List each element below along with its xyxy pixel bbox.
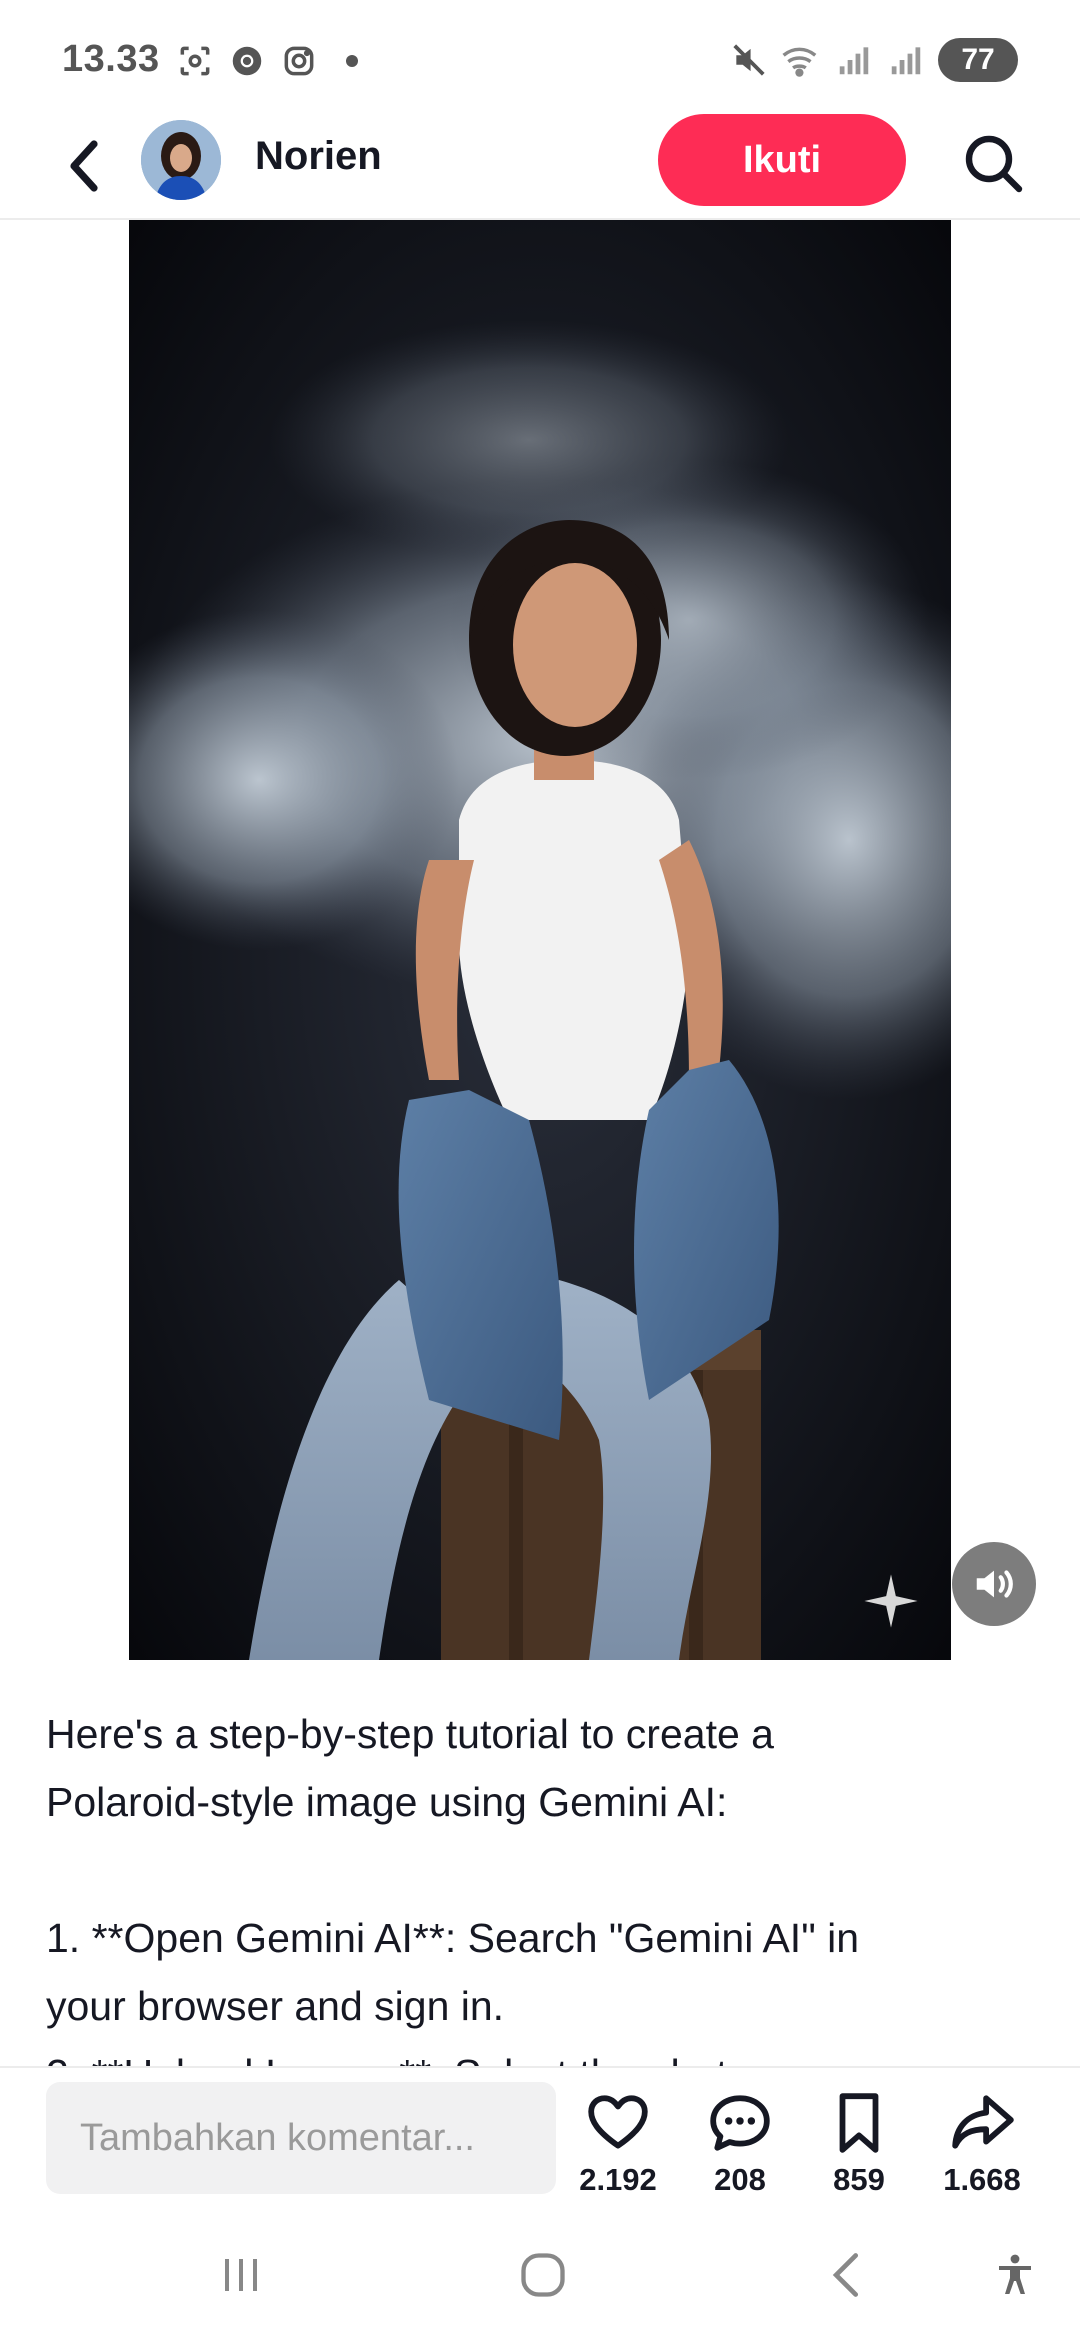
dot-icon — [346, 55, 358, 67]
nav-back-button[interactable] — [812, 2240, 882, 2310]
signal-icon — [891, 47, 921, 75]
system-nav-bar — [0, 2206, 1080, 2340]
caption-line: Polaroid-style image using Gemini AI: — [46, 1779, 728, 1825]
caption-line: Here's a step-by-step tutorial to create… — [46, 1711, 774, 1757]
sparkle-icon — [864, 1574, 918, 1628]
chrome-icon — [232, 46, 262, 76]
status-system-icons: 77 — [730, 38, 1018, 82]
save-count: 859 — [833, 2162, 885, 2197]
instagram-icon — [284, 46, 314, 76]
comment-input[interactable] — [46, 2082, 556, 2194]
bookmark-icon — [839, 2093, 879, 2153]
signal-icon — [839, 47, 869, 75]
post-photo[interactable] — [129, 220, 951, 1660]
status-bar: 13.33 77 — [0, 0, 1080, 112]
wifi-icon — [782, 47, 817, 77]
recents-icon — [225, 2259, 257, 2291]
status-time: 13.33 — [62, 38, 160, 80]
home-button[interactable] — [508, 2240, 578, 2310]
volume-button[interactable] — [952, 1542, 1036, 1626]
save-button[interactable]: 859 — [799, 2090, 919, 2198]
heart-icon — [588, 2095, 648, 2149]
like-count: 2.192 — [579, 2162, 657, 2197]
screenshot-icon — [180, 46, 210, 76]
comment-count: 208 — [714, 2162, 766, 2197]
photo-image — [129, 220, 951, 1660]
caption-line — [46, 1836, 1036, 1904]
search-button[interactable] — [958, 128, 1028, 198]
recents-button[interactable] — [206, 2240, 276, 2310]
volume-icon — [976, 1570, 1013, 1598]
home-icon — [521, 2253, 565, 2297]
avatar-image — [141, 120, 221, 200]
caption-line: 2. **Upload Images**: Select the photos … — [46, 2040, 1036, 2066]
search-icon — [965, 135, 1023, 193]
status-notification-icons — [176, 42, 358, 80]
username[interactable]: Norien — [255, 134, 382, 179]
share-count: 1.668 — [943, 2162, 1021, 2197]
share-button[interactable]: 1.668 — [922, 2090, 1042, 2198]
caption-line: your browser and sign in. — [46, 1983, 505, 2029]
accessibility-icon — [999, 2254, 1031, 2294]
like-button[interactable]: 2.192 — [558, 2090, 678, 2198]
nav-back-icon — [832, 2253, 859, 2297]
follow-button[interactable]: Ikuti — [658, 114, 906, 206]
back-arrow-icon — [70, 140, 98, 192]
caption-line: 1. **Open Gemini AI**: Search "Gemini AI… — [46, 1915, 860, 1961]
comment-button[interactable]: 208 — [680, 2090, 800, 2198]
share-icon — [952, 2095, 1014, 2149]
comment-action-bar: 2.192 208 859 1.668 — [0, 2066, 1080, 2206]
accessibility-button[interactable] — [980, 2240, 1050, 2310]
avatar[interactable] — [141, 120, 221, 200]
mute-icon — [733, 44, 765, 76]
profile-header: Norien Ikuti — [0, 112, 1080, 220]
comment-icon — [710, 2095, 770, 2151]
post-caption[interactable]: Here's a step-by-step tutorial to create… — [46, 1700, 1036, 2066]
back-button[interactable] — [52, 132, 116, 200]
battery-indicator: 77 — [938, 38, 1018, 82]
